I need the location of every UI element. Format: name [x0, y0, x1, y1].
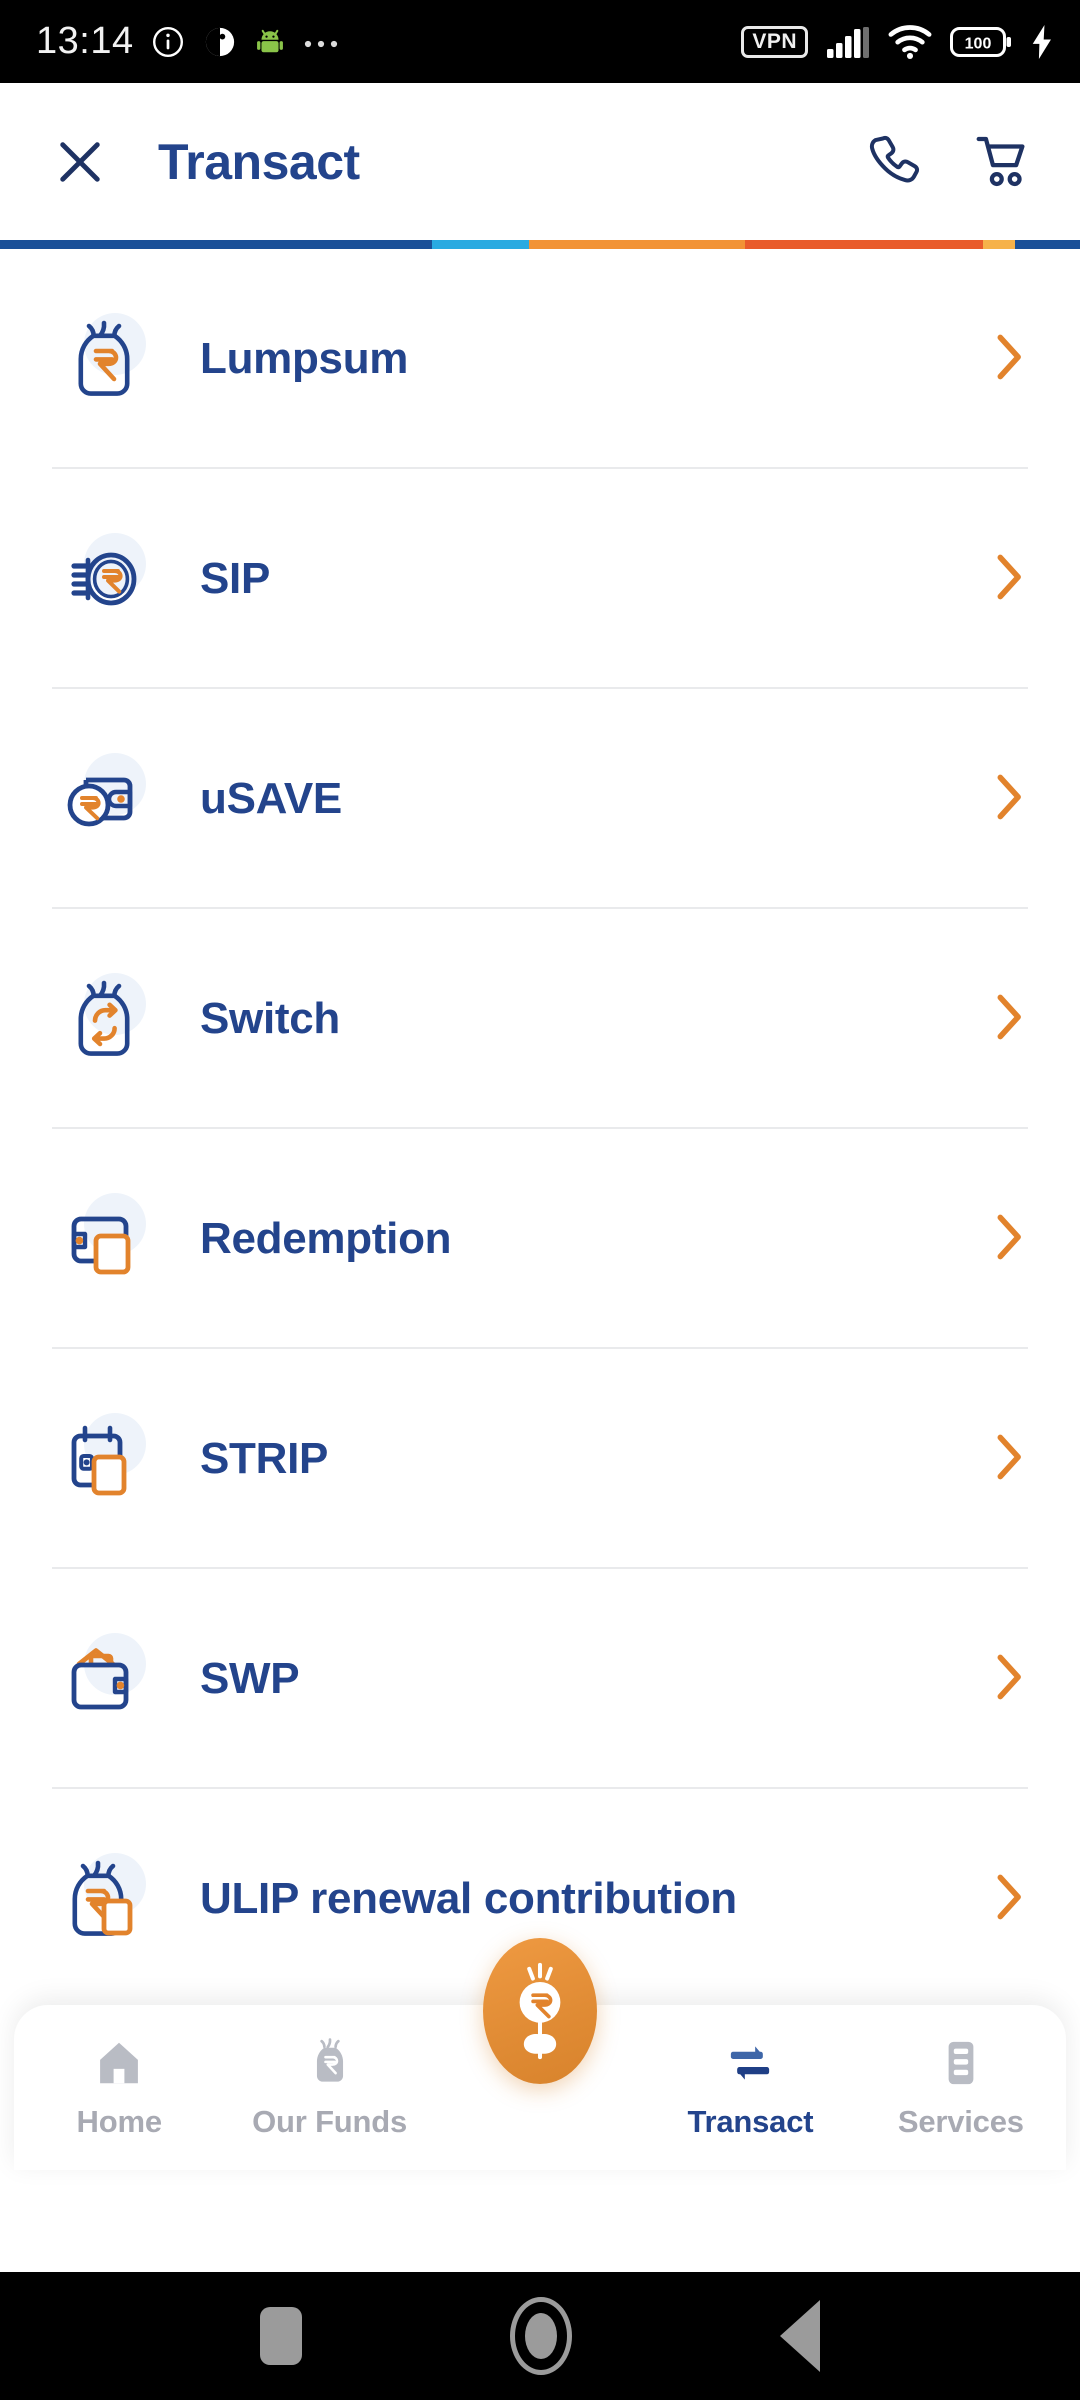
fund-bag-icon: [303, 2036, 357, 2090]
chevron-right-icon[interactable]: [990, 1871, 1028, 1928]
svg-text:100: 100: [965, 35, 992, 52]
list-item-strip[interactable]: STRIP: [0, 1349, 1080, 1569]
battery-icon: 100: [950, 26, 1012, 58]
invest-fab-button[interactable]: [483, 1938, 597, 2084]
list-item-label: STRIP: [200, 1434, 329, 1483]
list-item-sip[interactable]: SIP: [0, 469, 1080, 689]
phone-screen: 13:14 VPN 100 Transact Lumpsum SIP uSAVE…: [0, 0, 1080, 2400]
services-icon: [934, 2036, 988, 2090]
chevron-right-icon[interactable]: [990, 1651, 1028, 1708]
home-circle-icon[interactable]: [510, 2297, 572, 2375]
list-item-lumpsum[interactable]: Lumpsum: [0, 249, 1080, 469]
transaction-options-list: Lumpsum SIP uSAVE Switch Redemption STRI…: [0, 249, 1080, 2029]
wallet-coin-rupee-icon: [52, 747, 156, 851]
nav-item-label: Home: [76, 2103, 163, 2139]
stripe-segment: [0, 240, 432, 249]
chevron-right-icon[interactable]: [990, 1211, 1028, 1268]
list-item-usave[interactable]: uSAVE: [0, 689, 1080, 909]
accent-stripe: [0, 240, 1080, 249]
invest-flower-rupee-icon: [497, 1961, 583, 2061]
stripe-segment: [982, 240, 1016, 249]
info-icon: [150, 24, 186, 60]
list-item-redemption[interactable]: Redemption: [0, 1129, 1080, 1349]
chevron-right-icon[interactable]: [990, 551, 1028, 608]
list-item-label: SWP: [200, 1654, 300, 1703]
phone-icon[interactable]: [864, 131, 926, 193]
wallet-card-icon: [52, 1187, 156, 1291]
calendar-card-icon: [52, 1407, 156, 1511]
back-triangle-icon[interactable]: [780, 2300, 820, 2372]
wifi-icon: [888, 24, 932, 59]
status-bar-right: VPN 100: [741, 24, 1054, 59]
do-not-disturb-icon: [202, 24, 238, 60]
close-icon[interactable]: [52, 134, 108, 190]
android-icon: [254, 25, 286, 59]
status-bar: 13:14 VPN 100: [0, 0, 1080, 83]
stripe-segment: [432, 240, 530, 249]
page-title: Transact: [158, 133, 360, 190]
nav-item-transact[interactable]: Transact: [645, 2005, 855, 2170]
nav-item-label: Transact: [687, 2103, 814, 2139]
vpn-badge: VPN: [741, 25, 808, 58]
app-bar-actions: [864, 131, 1034, 193]
coin-stack-rupee-icon: [52, 527, 156, 631]
charging-bolt-icon: [1030, 24, 1054, 59]
list-item-label: SIP: [200, 554, 271, 603]
list-item-label: ULIP renewal contribution: [200, 1874, 737, 1923]
list-item-label: Redemption: [200, 1214, 452, 1263]
list-item-swp[interactable]: SWP: [0, 1569, 1080, 1789]
chevron-right-icon[interactable]: [990, 1431, 1028, 1488]
app-bar: Transact: [0, 83, 1080, 240]
status-bar-left: 13:14: [36, 20, 342, 63]
android-navigation-bar: [0, 2272, 1080, 2400]
list-item-label: Lumpsum: [200, 334, 409, 383]
home-icon: [92, 2036, 146, 2090]
cart-icon[interactable]: [972, 131, 1034, 193]
money-bag-card-icon: [52, 1847, 156, 1951]
wallet-withdraw-icon: [52, 1627, 156, 1731]
signal-icon: [826, 25, 870, 59]
list-item-label: Switch: [200, 994, 340, 1043]
nav-item-home[interactable]: Home: [14, 2005, 224, 2170]
money-bag-refresh-icon: [52, 967, 156, 1071]
stripe-segment: [1015, 240, 1080, 249]
nav-item-services[interactable]: Services: [856, 2005, 1066, 2170]
recents-square-icon[interactable]: [260, 2307, 302, 2365]
money-bag-rupee-icon: [52, 307, 156, 411]
list-item-label: uSAVE: [200, 774, 342, 823]
chevron-right-icon[interactable]: [990, 771, 1028, 828]
nav-item-our-funds[interactable]: Our Funds: [224, 2005, 434, 2170]
nav-item-label: Our Funds: [252, 2103, 408, 2139]
nav-item-label: Services: [897, 2103, 1024, 2139]
list-item-switch[interactable]: Switch: [0, 909, 1080, 1129]
more-icon: [302, 35, 342, 49]
transfer-icon: [723, 2036, 777, 2090]
stripe-segment: [745, 240, 983, 249]
chevron-right-icon[interactable]: [990, 331, 1028, 388]
stripe-segment: [529, 240, 746, 249]
status-bar-clock: 13:14: [36, 20, 134, 62]
chevron-right-icon[interactable]: [990, 991, 1028, 1048]
